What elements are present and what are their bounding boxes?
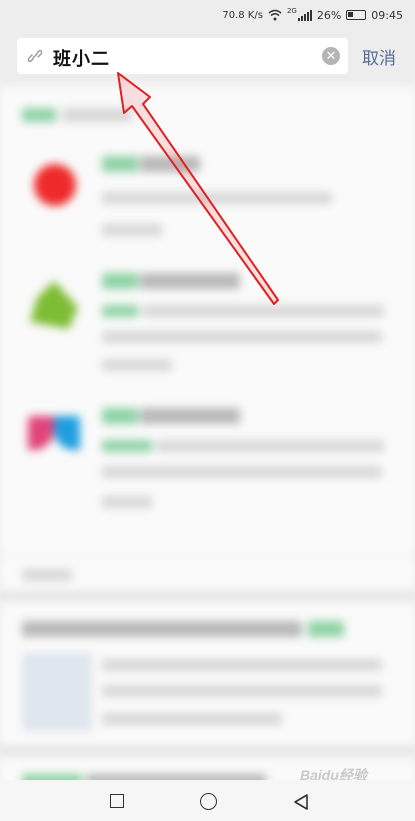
battery-percent: 26% (316, 8, 342, 22)
section-title (62, 108, 132, 122)
search-results-list (0, 86, 415, 821)
search-input[interactable]: 班小二 (53, 45, 110, 71)
home-circle-icon[interactable] (200, 793, 217, 810)
clear-icon[interactable]: ✕ (322, 47, 340, 65)
clock: 09:45 (371, 8, 403, 22)
result-logo (34, 164, 76, 206)
result-logo (28, 416, 80, 454)
battery-icon (346, 10, 367, 20)
back-triangle-icon[interactable] (292, 793, 310, 811)
signal-icon (297, 9, 312, 21)
cancel-button[interactable]: 取消 (362, 44, 396, 69)
result-logo (30, 281, 78, 329)
divider (0, 746, 415, 756)
search-box[interactable]: 班小二 ✕ (17, 38, 348, 74)
wifi-icon (268, 9, 282, 21)
system-nav-bar (0, 780, 415, 821)
status-bar: 70.8 K/s 2G 26% 09:45 (0, 0, 415, 30)
network-type: 2G (286, 7, 297, 15)
network-speed: 70.8 K/s (222, 9, 263, 21)
article-item[interactable] (0, 601, 415, 746)
result-item[interactable] (0, 136, 415, 246)
section-tag (22, 108, 56, 122)
result-item[interactable] (0, 261, 415, 391)
link-icon (27, 49, 43, 63)
search-header: 班小二 ✕ 取消 (0, 30, 415, 86)
results-section (0, 86, 415, 556)
result-item[interactable] (0, 396, 415, 536)
more-row[interactable] (0, 556, 415, 591)
recent-apps-square-icon[interactable] (110, 794, 124, 808)
divider (0, 591, 415, 601)
article-thumbnail (22, 653, 92, 731)
